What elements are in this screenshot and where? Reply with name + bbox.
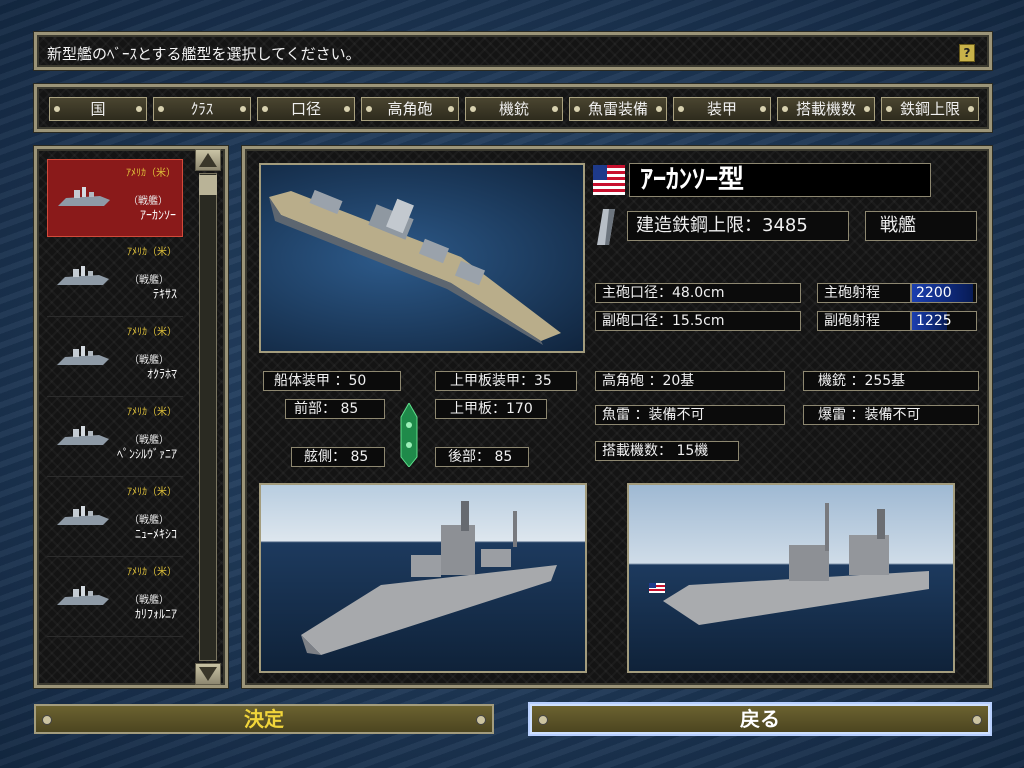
battleship-icon (57, 586, 109, 605)
scroll-down-arrow-icon[interactable] (195, 663, 221, 685)
aircraft-box: 搭載機数： 15機 (595, 441, 739, 461)
tab-label: 口径 (290, 100, 321, 118)
hull-armor-box: 船体装甲 ：50 (263, 371, 401, 391)
tab-machine-gun[interactable]: 機銃 (465, 97, 563, 121)
ship-top-view-image (259, 163, 585, 353)
upper-deck-box: 上甲板：170 (435, 399, 547, 419)
battleship-icon (57, 506, 109, 525)
rivet-icon (538, 715, 548, 725)
confirm-label: 決定 (244, 707, 284, 731)
back-label: 戻る (740, 707, 780, 731)
tab-label: 装甲 (706, 100, 737, 118)
ship-nation: ｱﾒﾘｶ（米） (127, 327, 177, 338)
side-armor-box: 舷側： 85 (291, 447, 385, 467)
bow-armor-box: 前部： 85 (285, 399, 385, 419)
ship-nation: ｱﾒﾘｶ（米） (127, 567, 177, 578)
aa-gun-box: 高角砲 ：20基 (595, 371, 785, 391)
sub-range-fill: 1225 (912, 312, 952, 330)
sub-range-label: 副砲射程 (817, 311, 911, 331)
ship-type-label: （戦艦） (129, 435, 169, 446)
instruction-text: 新型艦のﾍﾞｰｽとする艦型を選択してください。 (47, 45, 361, 63)
main-range-label: 主砲射程 (817, 283, 911, 303)
ship-nation: ｱﾒﾘｶ（米） (126, 168, 176, 179)
ship-name: ﾍﾟﾝｼﾙｳﾞｧﾆｱ (116, 447, 177, 461)
tab-torpedo[interactable]: 魚雷装備 (569, 97, 667, 121)
ship-list-item[interactable]: ｱﾒﾘｶ（米） （戦艦） ｵｸﾗﾎﾏ (47, 319, 183, 397)
ship-list-item[interactable]: ｱﾒﾘｶ（米） （戦艦） ｱｰｶﾝｿｰ (47, 159, 183, 237)
tab-label: 機銃 (498, 100, 529, 118)
tab-caliber[interactable]: 口径 (257, 97, 355, 121)
tab-aircraft[interactable]: 搭載機数 (777, 97, 875, 121)
ship-name: ｵｸﾗﾎﾏ (146, 367, 177, 381)
ship-list-item[interactable]: ｱﾒﾘｶ（米） （戦艦） ﾃｷｻｽ (47, 239, 183, 317)
ship-nation: ｱﾒﾘｶ（米） (127, 487, 177, 498)
battleship-icon (58, 187, 110, 206)
ship-class-name: ｱｰｶﾝｿｰ型 (629, 163, 931, 197)
confirm-button[interactable]: 決定 (34, 704, 494, 734)
steel-limit-box: 建造鉄鋼上限：3485 (627, 211, 849, 241)
ship-list-panel: ｱﾒﾘｶ（米） （戦艦） ｱｰｶﾝｿｰ ｱﾒﾘｶ（米） （戦艦） ﾃｷｻｽ ｱﾒ… (34, 146, 228, 688)
ship-side-view-image-alt (627, 483, 955, 673)
rivet-icon (972, 715, 982, 725)
stern-armor-box: 後部： 85 (435, 447, 529, 467)
main-caliber-box: 主砲口径：48.0cm (595, 283, 801, 303)
tab-label: 搭載機数 (795, 100, 856, 118)
tab-label: 鉄鋼上限 (899, 100, 960, 118)
tab-class[interactable]: ｸﾗｽ (153, 97, 251, 121)
steel-icon (597, 209, 615, 245)
ship-name: ﾃｷｻｽ (152, 287, 177, 301)
tab-steel-limit[interactable]: 鉄鋼上限 (881, 97, 979, 121)
depth-charge-box: 爆雷 ：装備不可 (803, 405, 979, 425)
battleship-icon (57, 426, 109, 445)
main-range-value: 2200 (916, 285, 952, 301)
ship-name: ｶﾘﾌｫﾙﾆｱ (134, 607, 177, 621)
ship-type-label: （戦艦） (129, 595, 169, 606)
tab-label: ｸﾗｽ (190, 100, 214, 118)
sub-range-value: 1225 (916, 313, 952, 329)
ship-armor-diagram-icon (400, 403, 418, 467)
deck-armor-box: 上甲板装甲：35 (435, 371, 577, 391)
ship-type-label: （戦艦） (129, 355, 169, 366)
ship-name: ﾆｭｰﾒｷｼｺ (134, 527, 177, 541)
tab-label: 魚雷装備 (587, 100, 648, 118)
battleship-icon (57, 266, 109, 285)
rivet-icon (476, 715, 486, 725)
scroll-track[interactable] (199, 173, 217, 661)
battleship-icon (57, 346, 109, 365)
rivet-icon (42, 715, 52, 725)
torpedo-box: 魚雷 ：装備不可 (595, 405, 785, 425)
sub-range-meter: 1225 (911, 311, 977, 331)
main-range-meter: 2200 (911, 283, 977, 303)
tab-armor[interactable]: 装甲 (673, 97, 771, 121)
tab-aa-gun[interactable]: 高角砲 (361, 97, 459, 121)
ship-type-label: （戦艦） (129, 515, 169, 526)
main-range-fill: 2200 (912, 284, 973, 302)
ship-nation: ｱﾒﾘｶ（米） (127, 407, 177, 418)
ship-list-item[interactable]: ｱﾒﾘｶ（米） （戦艦） ﾍﾟﾝｼﾙｳﾞｧﾆｱ (47, 399, 183, 477)
ship-type-box: 戦艦 (865, 211, 977, 241)
ship-list-item[interactable]: ｱﾒﾘｶ（米） （戦艦） ｶﾘﾌｫﾙﾆｱ (47, 559, 183, 637)
help-button[interactable]: ? (959, 44, 975, 62)
message-bar: 新型艦のﾍﾞｰｽとする艦型を選択してください。 ? (34, 32, 992, 70)
tab-country[interactable]: 国 (49, 97, 147, 121)
ship-detail-panel: ｱｰｶﾝｿｰ型 建造鉄鋼上限：3485 戦艦 主砲口径：48.0cm 主砲射程 … (242, 146, 992, 688)
ship-list-scrollbar[interactable] (193, 149, 223, 685)
ship-type-label: （戦艦） (128, 196, 168, 207)
tab-label: 国 (90, 100, 106, 118)
ship-name: ｱｰｶﾝｿｰ (139, 208, 176, 222)
sub-caliber-box: 副砲口径：15.5cm (595, 311, 801, 331)
tab-label: 高角砲 (387, 100, 433, 118)
sort-tab-bar: 国 ｸﾗｽ 口径 高角砲 機銃 魚雷装備 装甲 搭載機数 鉄鋼上限 (34, 84, 992, 132)
machine-gun-box: 機銃 ：255基 (803, 371, 979, 391)
scroll-up-arrow-icon[interactable] (195, 149, 221, 171)
back-button[interactable]: 戻る (530, 704, 990, 734)
ship-side-view-image (259, 483, 587, 673)
ship-type-label: （戦艦） (129, 275, 169, 286)
us-flag-icon (593, 165, 625, 195)
ship-nation: ｱﾒﾘｶ（米） (127, 247, 177, 258)
scroll-thumb[interactable] (199, 175, 217, 195)
ship-list-item[interactable]: ｱﾒﾘｶ（米） （戦艦） ﾆｭｰﾒｷｼｺ (47, 479, 183, 557)
